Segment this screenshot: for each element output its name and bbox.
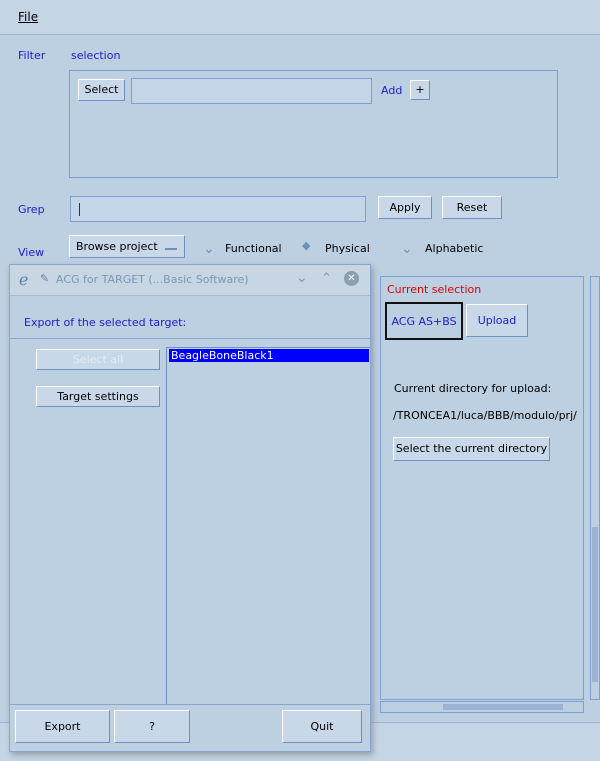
grep-input[interactable] xyxy=(70,196,366,222)
grep-label: Grep xyxy=(18,203,45,216)
filter-input[interactable] xyxy=(131,78,372,104)
scrollbar-thumb[interactable] xyxy=(443,704,563,710)
scrollbar-thumb[interactable] xyxy=(592,527,598,682)
horizontal-scrollbar[interactable] xyxy=(380,701,584,713)
text-cursor xyxy=(79,203,80,216)
target-settings-button[interactable]: Target settings xyxy=(36,386,160,407)
maximize-icon[interactable]: ⌃ xyxy=(321,271,332,286)
radio-physical[interactable]: Physical xyxy=(325,242,370,255)
select-button[interactable]: Select xyxy=(78,79,125,101)
vertical-scrollbar[interactable] xyxy=(590,276,600,700)
browse-project-label: Browse project xyxy=(76,240,158,253)
select-all-button[interactable]: Select all xyxy=(36,349,160,370)
dialog-title: ACG for TARGET (...Basic Software) xyxy=(56,273,249,286)
minimize-icon[interactable]: ⌄ xyxy=(296,270,308,286)
chevron-down-icon[interactable]: ⌄ xyxy=(203,241,215,257)
apply-button[interactable]: Apply xyxy=(378,196,432,219)
header-divider xyxy=(10,338,370,339)
footer-divider xyxy=(10,704,370,705)
add-button[interactable]: + xyxy=(410,80,430,100)
dialog-titlebar: ℯ ✎ ACG for TARGET (...Basic Software) ⌄… xyxy=(10,265,370,296)
upload-dir-path: /TRONCEA1/luca/BBB/modulo/prj/ xyxy=(393,409,577,422)
upload-dir-label: Current directory for upload: xyxy=(394,382,552,395)
pin-icon[interactable]: ✎ xyxy=(40,272,49,285)
target-list[interactable]: BeagleBoneBlack1 xyxy=(166,347,370,704)
export-button[interactable]: Export xyxy=(15,710,110,743)
target-list-item[interactable]: BeagleBoneBlack1 xyxy=(169,349,369,362)
filter-label: Filter xyxy=(18,49,46,62)
radio-alphabetic[interactable]: Alphabetic xyxy=(425,242,483,255)
filter-selection-tab[interactable]: selection xyxy=(71,49,120,62)
close-icon[interactable]: ✕ xyxy=(344,271,359,286)
reset-button[interactable]: Reset xyxy=(442,196,502,219)
add-label: Add xyxy=(381,84,403,97)
dropdown-indicator-icon xyxy=(165,245,178,250)
acg-dialog: ℯ ✎ ACG for TARGET (...Basic Software) ⌄… xyxy=(9,264,371,752)
acg-button[interactable]: ACG AS+BS xyxy=(385,302,463,340)
upload-button[interactable]: Upload xyxy=(466,304,528,337)
chevron-down-icon[interactable]: ⌄ xyxy=(401,241,413,257)
quit-button[interactable]: Quit xyxy=(282,710,362,743)
menu-bar: File xyxy=(0,0,600,35)
select-current-directory-button[interactable]: Select the current directory xyxy=(393,437,550,461)
help-button[interactable]: ? xyxy=(114,710,190,743)
current-selection-label: Current selection xyxy=(387,283,482,296)
radio-functional[interactable]: Functional xyxy=(225,242,282,255)
file-menu[interactable]: File xyxy=(18,10,38,24)
browse-project-dropdown[interactable]: Browse project xyxy=(69,235,185,258)
diamond-selected-icon: ◆ xyxy=(302,239,311,252)
view-label: View xyxy=(18,246,45,259)
app-logo-icon: ℯ xyxy=(19,270,29,289)
export-header: Export of the selected target: xyxy=(24,316,187,329)
